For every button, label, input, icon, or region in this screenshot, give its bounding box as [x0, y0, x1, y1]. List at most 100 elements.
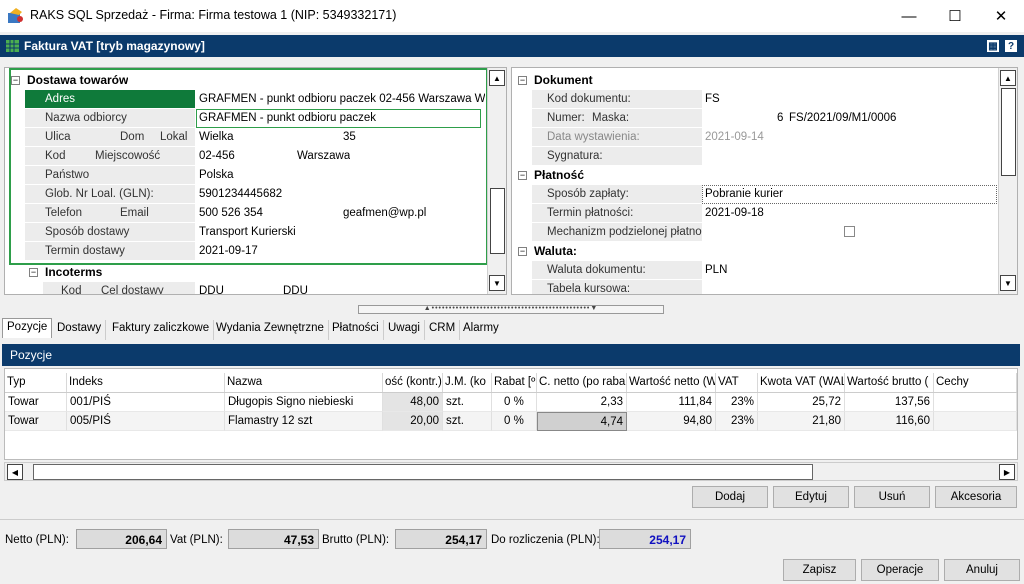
code-value[interactable]: 02-456 [199, 150, 235, 162]
table-cell[interactable]: 001/PIŚ [67, 393, 225, 412]
table-cell[interactable]: Towar [5, 393, 67, 412]
table-cell[interactable]: Długopis Signo niebieski [225, 393, 383, 412]
scroll-up-icon[interactable]: ▲ [489, 70, 505, 86]
settle-label: Do rozliczenia (PLN): [491, 534, 600, 546]
street-value[interactable]: Wielka [199, 131, 234, 143]
row-code[interactable]: Kod Miejscowość 02-456 Warszawa [5, 147, 506, 166]
address-value[interactable]: GRAFMEN - punkt odbioru paczek 02-456 Wa… [199, 93, 485, 105]
gln-value[interactable]: 5901234445682 [199, 188, 282, 200]
collapse-icon[interactable]: − [518, 171, 527, 180]
table-cell[interactable]: 23% [716, 393, 758, 412]
table-cell[interactable]: 48,00 [383, 393, 443, 412]
table-cell[interactable]: 21,80 [758, 412, 845, 431]
table-cell[interactable]: Towar [5, 412, 67, 431]
row-currency[interactable]: Waluta dokumentu: PLN [512, 261, 1017, 280]
edit-button[interactable]: Edytuj [773, 486, 849, 508]
table-cell[interactable]: 116,60 [845, 412, 934, 431]
tab-payments[interactable]: Płatności [328, 320, 384, 340]
split-payment-checkbox[interactable] [844, 226, 855, 237]
tab-deliveries[interactable]: Dostawy [53, 320, 107, 340]
payment-method-select[interactable]: Pobranie kurier [705, 188, 783, 200]
section-document: − Dokument [518, 73, 593, 87]
row-delivery-method[interactable]: Sposób dostawy Transport Kurierski [5, 223, 506, 242]
recipient-input[interactable]: GRAFMEN - punkt odbioru paczek [199, 112, 479, 124]
house-value[interactable]: 35 [343, 131, 356, 143]
scroll-right-icon[interactable]: ▶ [999, 464, 1015, 480]
table-cell[interactable]: 0 % [492, 412, 537, 431]
row-doc-code[interactable]: Kod dokumentu: FS [512, 90, 1017, 109]
collapse-icon[interactable]: − [11, 76, 20, 85]
close-icon[interactable]: ✕ [978, 0, 1024, 32]
table-cell[interactable]: 111,84 [627, 393, 716, 412]
delivery-date-value[interactable]: 2021-09-17 [199, 245, 258, 257]
tab-positions[interactable]: Pozycje [2, 318, 53, 338]
row-signature[interactable]: Sygnatura: [512, 147, 1017, 166]
right-scrollbar[interactable]: ▲ ▼ [998, 68, 1017, 294]
collapse-icon[interactable]: − [29, 268, 38, 277]
help-button[interactable]: ? [1004, 39, 1018, 53]
scroll-thumb[interactable] [1001, 88, 1016, 176]
table-cell[interactable] [934, 412, 1017, 431]
vat-label: Vat (PLN): [170, 534, 223, 546]
collapse-icon[interactable]: − [518, 247, 527, 256]
row-delivery-date[interactable]: Termin dostawy 2021-09-17 [5, 242, 506, 261]
city-value[interactable]: Warszawa [297, 150, 350, 162]
table-cell[interactable]: szt. [443, 393, 492, 412]
row-street[interactable]: Ulica Dom Lokal Wielka 35 [5, 128, 506, 147]
table-cell[interactable]: szt. [443, 412, 492, 431]
left-scrollbar[interactable]: ▲ ▼ [487, 68, 506, 294]
row-phone[interactable]: Telefon Email 500 526 354 geafmen@wp.pl [5, 204, 506, 223]
country-value[interactable]: Polska [199, 169, 234, 181]
maximize-icon[interactable]: ☐ [932, 0, 978, 32]
row-gln[interactable]: Glob. Nr Loal. (GLN): 5901234445682 [5, 185, 506, 204]
tab-external-releases[interactable]: Wydania Zewnętrzne [212, 320, 329, 340]
tab-crm[interactable]: CRM [425, 320, 461, 340]
row-split-payment[interactable]: Mechanizm podzielonej płatno [512, 223, 1017, 242]
table-cell[interactable]: 4,74 [537, 412, 627, 431]
scroll-thumb[interactable] [33, 464, 813, 480]
tab-advance-invoices[interactable]: Faktury zaliczkowe [108, 320, 215, 340]
table-cell[interactable]: 137,56 [845, 393, 934, 412]
row-payment-method[interactable]: Sposób zapłaty: Pobranie kurier [512, 185, 1017, 204]
table-cell[interactable]: 005/PIŚ [67, 412, 225, 431]
minimize-icon[interactable]: — [886, 0, 932, 32]
tab-alarms[interactable]: Alarmy [459, 320, 503, 340]
row-recipient[interactable]: Nazwa odbiorcy GRAFMEN - punkt odbioru p… [5, 109, 506, 128]
delivery-method-value[interactable]: Transport Kurierski [199, 226, 296, 238]
scroll-left-icon[interactable]: ◀ [7, 464, 23, 480]
row-number[interactable]: Numer: Maska: 6 FS/2021/09/M1/0006 [512, 109, 1017, 128]
restore-icon[interactable]: ▦ [986, 39, 1000, 53]
table-cell[interactable]: 2,33 [537, 393, 627, 412]
scroll-down-icon[interactable]: ▼ [489, 275, 505, 291]
row-incoterms[interactable]: Kod Cel dostawy DDU DDU [5, 282, 506, 294]
table-cell[interactable]: 23% [716, 412, 758, 431]
phone-value[interactable]: 500 526 354 [199, 207, 263, 219]
table-cell[interactable] [934, 393, 1017, 412]
table-cell[interactable]: 25,72 [758, 393, 845, 412]
save-button[interactable]: Zapisz [783, 559, 856, 581]
net-label: Netto (PLN): [5, 534, 69, 546]
email-value[interactable]: geafmen@wp.pl [343, 207, 426, 219]
table-cell[interactable]: 20,00 [383, 412, 443, 431]
splitter-handle[interactable]: ▲•••••••••••••••••••••••••••••••••••••••… [358, 305, 664, 314]
add-button[interactable]: Dodaj [692, 486, 768, 508]
tab-notes[interactable]: Uwagi [384, 320, 425, 340]
row-rate-table[interactable]: Tabela kursowa: [512, 280, 1017, 294]
scroll-thumb[interactable] [490, 188, 505, 254]
accessories-button[interactable]: Akcesoria [935, 486, 1017, 508]
delete-button[interactable]: Usuń [854, 486, 930, 508]
row-payment-due[interactable]: Termin płatności: 2021-09-18 [512, 204, 1017, 223]
table-cell[interactable]: 0 % [492, 393, 537, 412]
cancel-button[interactable]: Anuluj [944, 559, 1020, 581]
collapse-icon[interactable]: − [518, 76, 527, 85]
scroll-down-icon[interactable]: ▼ [1000, 275, 1016, 291]
grid-hscrollbar[interactable]: ◀ ▶ [4, 462, 1018, 481]
row-issue-date[interactable]: Data wystawienia: 2021-09-14 [512, 128, 1017, 147]
scroll-up-icon[interactable]: ▲ [1000, 70, 1016, 86]
row-country[interactable]: Państwo Polska [5, 166, 506, 185]
table-cell[interactable]: Flamastry 12 szt [225, 412, 383, 431]
table-cell[interactable]: 94,80 [627, 412, 716, 431]
section-currency: − Waluta: [518, 244, 577, 258]
operations-button[interactable]: Operacje [861, 559, 939, 581]
row-address[interactable]: Adres GRAFMEN - punkt odbioru paczek 02-… [5, 90, 506, 109]
